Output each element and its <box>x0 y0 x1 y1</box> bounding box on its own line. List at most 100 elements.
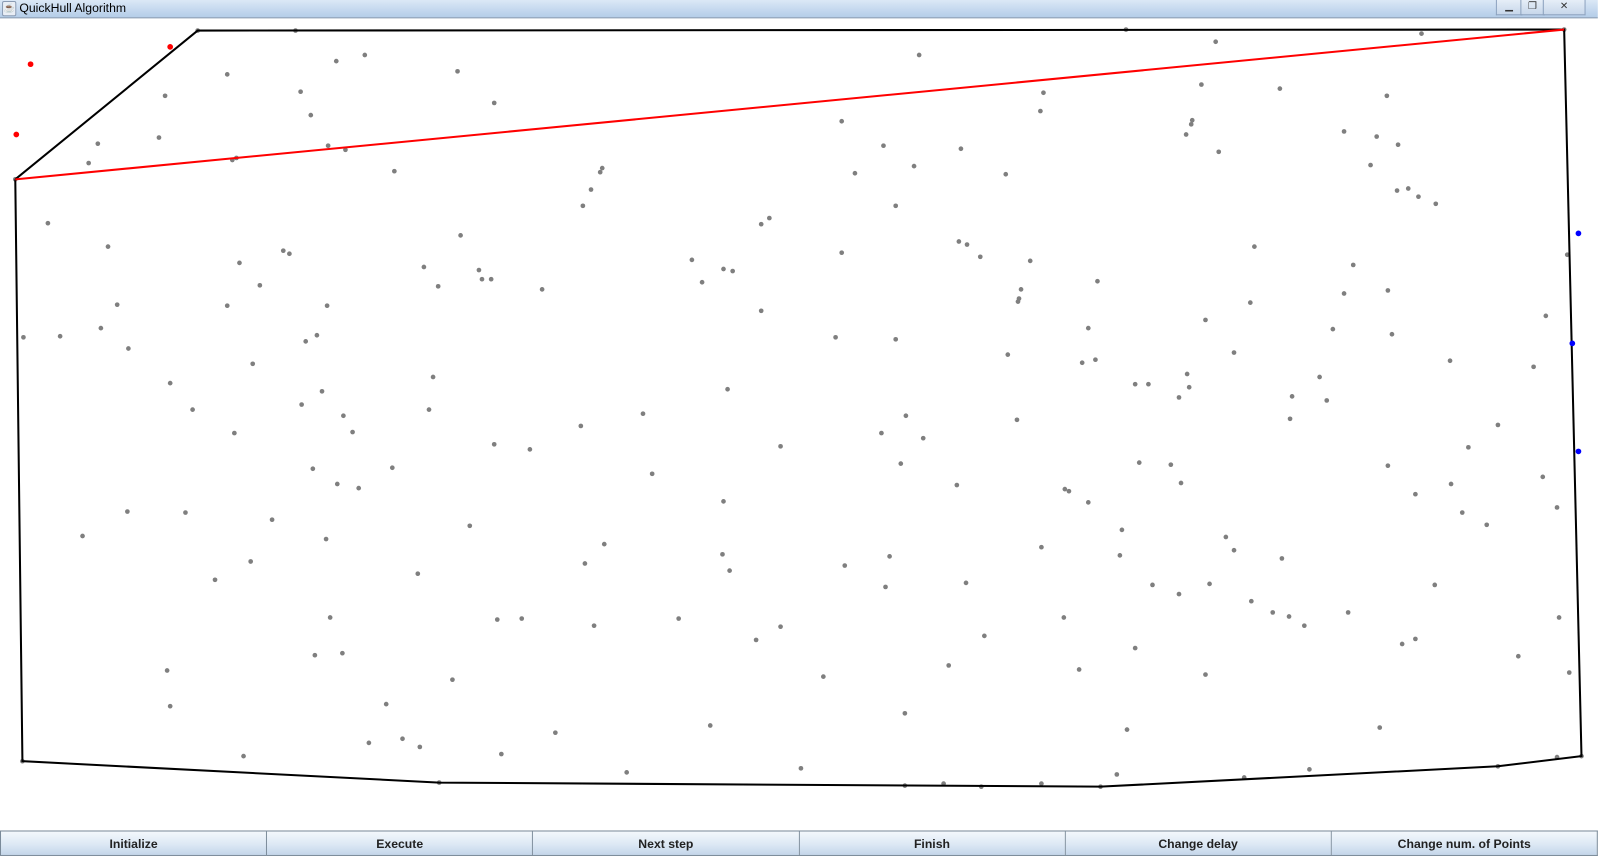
point <box>727 568 732 573</box>
point <box>839 118 845 124</box>
point <box>539 287 545 292</box>
point <box>430 374 436 380</box>
point <box>45 220 51 226</box>
point <box>1374 134 1380 139</box>
point <box>580 203 586 209</box>
point <box>356 485 362 491</box>
point <box>1341 291 1347 296</box>
finish-button[interactable]: Finish <box>799 830 1066 856</box>
execute-button[interactable]: Execute <box>267 830 534 856</box>
point <box>1330 326 1336 332</box>
point <box>1176 395 1182 400</box>
point <box>1554 505 1560 510</box>
point <box>1466 444 1471 450</box>
left-set-point <box>167 44 174 50</box>
point <box>1039 781 1044 786</box>
point <box>1085 325 1091 331</box>
point <box>98 325 104 331</box>
change-num-points-button[interactable]: Change num. of Points <box>1331 830 1598 856</box>
point <box>902 710 908 716</box>
point <box>325 143 331 149</box>
hull-canvas[interactable] <box>0 18 1598 829</box>
point <box>977 254 983 260</box>
point <box>269 517 275 523</box>
change-delay-button[interactable]: Change delay <box>1065 830 1332 856</box>
point <box>80 533 85 539</box>
left-set-point <box>27 61 34 68</box>
close-icon[interactable]: ✕ <box>1542 0 1586 16</box>
point <box>954 482 960 488</box>
point <box>1062 486 1068 492</box>
point <box>105 244 111 249</box>
window-title: QuickHull Algorithm <box>19 1 127 16</box>
point <box>488 276 494 282</box>
point <box>323 536 329 542</box>
restore-icon[interactable]: ❐ <box>1520 0 1545 16</box>
point <box>95 141 101 147</box>
point <box>366 740 372 746</box>
point <box>1385 463 1391 469</box>
point <box>778 624 783 630</box>
point <box>1540 474 1546 480</box>
point <box>1345 610 1351 615</box>
point <box>720 551 725 557</box>
point <box>903 413 909 419</box>
point <box>883 584 888 590</box>
next-step-button[interactable]: Next step <box>533 830 800 856</box>
left-set-point <box>13 131 20 138</box>
point <box>1495 422 1501 428</box>
point <box>1005 352 1011 357</box>
point <box>1186 384 1192 390</box>
point <box>1377 725 1383 730</box>
point <box>527 447 533 452</box>
point <box>1413 636 1418 642</box>
point <box>624 770 630 775</box>
point <box>1270 610 1276 615</box>
point <box>298 89 303 95</box>
point <box>1307 767 1312 772</box>
point <box>964 242 970 247</box>
point <box>333 58 339 64</box>
point <box>299 402 304 407</box>
point <box>1350 262 1356 268</box>
point <box>1566 670 1572 675</box>
point <box>248 559 254 564</box>
point <box>898 461 904 466</box>
point <box>1247 300 1253 305</box>
point <box>455 68 460 74</box>
point <box>1419 31 1424 36</box>
point <box>1384 93 1390 99</box>
point <box>730 268 736 274</box>
point <box>1447 358 1453 364</box>
point <box>798 765 804 771</box>
point <box>499 751 504 757</box>
point <box>1132 381 1138 387</box>
point <box>1432 582 1438 588</box>
point <box>879 430 884 436</box>
point <box>1018 287 1024 292</box>
point <box>699 279 705 285</box>
point <box>1543 313 1549 319</box>
point <box>156 135 162 140</box>
point <box>1515 653 1521 659</box>
point <box>1199 82 1204 87</box>
minimize-icon[interactable]: ▁ <box>1495 0 1523 16</box>
point <box>1413 491 1418 497</box>
point <box>400 736 405 742</box>
java-app-icon: ☕ <box>2 1 17 17</box>
point <box>1188 121 1194 127</box>
point <box>911 163 917 169</box>
point <box>308 112 314 118</box>
point <box>721 266 726 272</box>
point <box>1119 527 1125 533</box>
point <box>767 215 772 221</box>
point <box>578 423 584 429</box>
point <box>893 336 899 342</box>
point <box>649 471 655 477</box>
initialize-button[interactable]: Initialize <box>0 830 268 856</box>
point <box>1448 481 1454 487</box>
point <box>1136 460 1142 465</box>
point <box>303 339 309 344</box>
point <box>916 52 922 58</box>
point <box>887 554 892 559</box>
